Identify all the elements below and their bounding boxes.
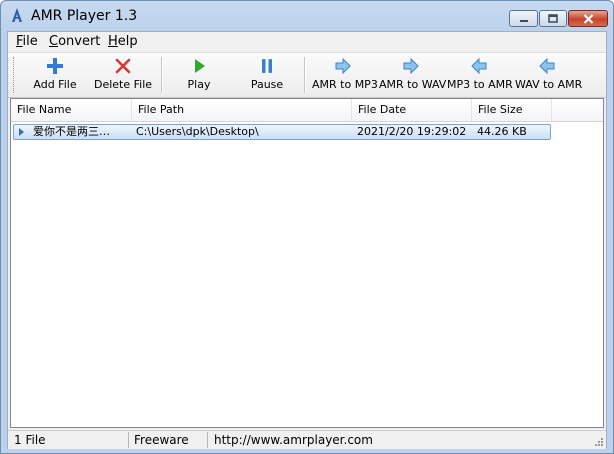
column-header-file-size[interactable]: File Size — [472, 99, 552, 121]
file-list[interactable]: File Name File Path File Date File Size … — [10, 98, 604, 428]
maximize-icon — [548, 14, 558, 23]
pause-icon — [262, 59, 272, 73]
client-area: File Convert Help Add File Delete File P… — [7, 31, 607, 449]
resize-grip-icon[interactable] — [594, 437, 604, 447]
wav-to-amr-button[interactable]: WAV to AMR — [515, 55, 582, 95]
row-selected-arrow-icon — [19, 128, 24, 136]
menu-help[interactable]: Help — [108, 34, 138, 49]
menu-convert[interactable]: Convert — [49, 34, 100, 49]
maximize-button[interactable] — [539, 10, 567, 27]
toolbar-separator — [161, 57, 163, 93]
close-button[interactable] — [568, 10, 608, 27]
list-header: File Name File Path File Date File Size — [11, 99, 603, 122]
add-file-button[interactable]: Add File — [28, 55, 82, 95]
column-header-file-name[interactable]: File Name — [11, 99, 132, 121]
play-icon — [195, 59, 205, 73]
status-url[interactable]: http://www.amrplayer.com — [214, 433, 373, 447]
status-bar: 1 File Freeware http://www.amrplayer.com — [8, 430, 606, 449]
toolbar: Add File Delete File Play Pause AMR to M… — [8, 52, 606, 98]
window-title: AMR Player 1.3 — [31, 8, 138, 24]
cell-file-size: 44.26 KB — [477, 125, 527, 138]
toolbar-grip[interactable] — [13, 57, 17, 93]
status-license: Freeware — [134, 433, 189, 447]
plus-icon — [47, 58, 63, 74]
column-header-file-path[interactable]: File Path — [132, 99, 352, 121]
app-logo-icon — [12, 8, 22, 22]
amr-to-wav-button[interactable]: AMR to WAV — [379, 55, 446, 95]
amr-to-mp3-button[interactable]: AMR to MP3 — [312, 55, 378, 95]
arrow-right-icon — [403, 57, 419, 75]
arrow-left-icon — [539, 57, 555, 75]
status-divider — [128, 432, 129, 448]
table-row[interactable]: 爱你不是两三… C:\Users\dpk\Desktop\ 2021/2/20 … — [13, 124, 551, 140]
x-icon — [115, 58, 131, 74]
menu-bar: File Convert Help — [8, 32, 606, 52]
title-bar[interactable]: AMR Player 1.3 — [1, 1, 613, 31]
delete-file-button[interactable]: Delete File — [92, 55, 154, 95]
arrow-left-icon — [471, 57, 487, 75]
play-button[interactable]: Play — [176, 55, 222, 95]
column-header-file-date[interactable]: File Date — [352, 99, 472, 121]
toolbar-separator — [304, 57, 306, 93]
minimize-button[interactable] — [509, 10, 538, 27]
close-icon — [583, 13, 593, 24]
status-divider — [207, 432, 208, 448]
cell-file-date: 2021/2/20 19:29:02 — [357, 125, 467, 138]
pause-button[interactable]: Pause — [244, 55, 290, 95]
app-window: AMR Player 1.3 File Convert Help Add Fil… — [0, 0, 614, 454]
cell-file-name: 爱你不是两三… — [33, 125, 110, 138]
minimize-icon — [519, 19, 528, 22]
arrow-right-icon — [335, 57, 351, 75]
mp3-to-amr-button[interactable]: MP3 to AMR — [447, 55, 513, 95]
menu-file[interactable]: File — [16, 34, 38, 49]
status-file-count: 1 File — [14, 433, 46, 447]
cell-file-path: C:\Users\dpk\Desktop\ — [136, 125, 259, 138]
